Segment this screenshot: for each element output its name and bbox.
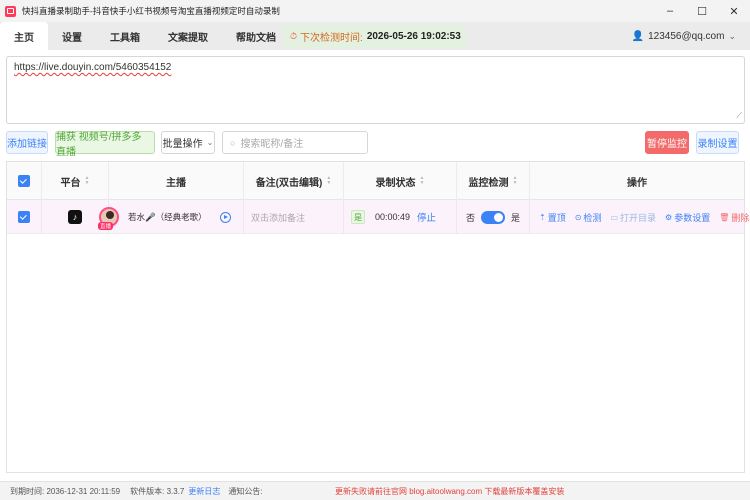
software-version: 软件版本: 3.3.7 (130, 486, 185, 496)
delete-label: 删除 (731, 212, 750, 223)
monitor-off-label: 否 (465, 212, 475, 223)
window-title: 快抖直播录制助手-抖音快手小红书视频号淘宝直播视频定时自动录制 (22, 6, 280, 16)
user-email: 123456@qq.com (648, 30, 725, 42)
table-row[interactable]: ♪ 直播 若水🎤（经典老歌） 双击添加备注 是 00:00:49 停止 否 是 (7, 200, 749, 234)
sort-icon[interactable]: ▲ ▼ (420, 176, 425, 186)
header-monitor-label: 监控检测 (468, 177, 509, 189)
next-check-time: ⏱ 下次检测时间: 2026-05-26 19:02:53 (284, 25, 466, 48)
header-remark-label: 备注(双击编辑) (255, 177, 323, 189)
trash-icon: 🗑 (719, 212, 730, 222)
open-folder-button[interactable]: ▭ 打开目录 (610, 211, 656, 224)
header-anchor-label: 主播 (166, 177, 186, 189)
live-badge: 直播 (98, 222, 114, 230)
actions-cell: ⇡ 置顶 ⊙ 检测 ▭ 打开目录 ⚙ 参数设置 🗑 删除 (530, 200, 749, 234)
header-status-label: 录制状态 (375, 177, 416, 189)
monitor-toggle[interactable] (481, 210, 505, 224)
tab-help[interactable]: 帮助文档 (222, 22, 290, 50)
anchor-name: 若水🎤（经典老歌） (128, 212, 207, 222)
url-input[interactable]: https://live.douyin.com/5460354152 ⟋ (6, 56, 745, 124)
pin-top-button[interactable]: ⇡ 置顶 (539, 211, 566, 224)
header-monitor[interactable]: 监控检测 ▲ ▼ (457, 162, 530, 200)
header-anchor: 主播 (109, 162, 244, 200)
header-remark[interactable]: 备注(双击编辑) ▲ ▼ (244, 162, 344, 200)
delete-button[interactable]: 🗑 删除 (719, 211, 749, 224)
sort-icon[interactable]: ▲ ▼ (85, 176, 90, 186)
record-settings-button[interactable]: 录制设置 (696, 131, 739, 154)
clock-icon: ⏱ (290, 31, 298, 41)
resize-grip-icon[interactable]: ⟋ (736, 111, 742, 121)
open-folder-label: 打开目录 (620, 212, 657, 223)
recording-badge: 是 (351, 210, 365, 224)
expire-time: 到期时间: 2036-12-31 20:11:59 (10, 486, 121, 496)
check-label: 检测 (583, 212, 602, 223)
sort-icon[interactable]: ▲ ▼ (513, 176, 518, 186)
pause-monitor-button[interactable]: 暂停监控 (645, 131, 689, 154)
capture-live-button[interactable]: 捕获 视频号/拼多多 直播 (55, 131, 155, 158)
user-menu[interactable]: 👤 123456@qq.com ⌄ (632, 22, 736, 50)
header-status[interactable]: 录制状态 ▲ ▼ (344, 162, 457, 200)
user-icon: 👤 (631, 30, 645, 42)
maximize-button[interactable]: ☐ (686, 0, 718, 22)
check-icon: ⊙ (574, 212, 582, 222)
next-check-value: 2026-05-26 19:02:53 (366, 31, 461, 42)
gear-icon: ⚙ (665, 212, 673, 222)
check-button[interactable]: ⊙ 检测 (575, 211, 602, 224)
record-status-cell: 是 00:00:49 停止 (344, 200, 457, 234)
param-settings-button[interactable]: ⚙ 参数设置 (665, 211, 710, 224)
select-all-checkbox[interactable] (18, 175, 30, 187)
notice-label: 通知公告: (228, 486, 263, 496)
window-controls: – ☐ ✕ (654, 0, 750, 22)
header-platform[interactable]: 平台 ▲ ▼ (42, 162, 109, 200)
play-icon[interactable] (219, 211, 231, 223)
changelog-link[interactable]: 更新日志 (188, 486, 220, 497)
search-placeholder: 搜索昵称/备注 (240, 139, 304, 150)
tab-home[interactable]: 主页 (0, 22, 48, 50)
param-settings-label: 参数设置 (674, 212, 711, 223)
monitor-cell: 否 是 (457, 200, 530, 234)
header-platform-label: 平台 (60, 177, 81, 189)
next-check-label: 下次检测时间: (300, 33, 363, 44)
status-bar: 到期时间: 2036-12-31 20:11:59 软件版本: 3.3.7 更新… (0, 481, 750, 500)
header-action: 操作 (530, 162, 744, 200)
anchor-table: 平台 ▲ ▼ 主播 备注(双击编辑) ▲ ▼ 录制状态 ▲ ▼ 监控检测 ▲ ▼ 操作 … (6, 161, 749, 473)
remark-cell[interactable]: 双击添加备注 (244, 200, 344, 234)
folder-icon: ▭ (610, 212, 618, 222)
search-icon: ○ (230, 137, 236, 148)
anchor-cell: 直播 若水🎤（经典老歌） (7, 200, 244, 234)
search-input[interactable]: ○ 搜索昵称/备注 (222, 131, 368, 154)
row-actions: ⇡ 置顶 ⊙ 检测 ▭ 打开目录 ⚙ 参数设置 🗑 删除 (530, 211, 749, 224)
sort-icon[interactable]: ▲ ▼ (326, 176, 331, 186)
pin-label: 置顶 (547, 212, 566, 223)
add-link-button[interactable]: 添加链接 (6, 131, 48, 154)
app-logo-icon (5, 5, 16, 17)
tab-settings[interactable]: 设置 (48, 22, 96, 50)
tab-copy-extract[interactable]: 文案提取 (154, 22, 222, 50)
monitor-on-label: 是 (511, 212, 521, 223)
notice-message[interactable]: 更新失败请前往官网 blog.aitoolwang.com 下载最新版本覆盖安装 (335, 486, 564, 497)
title-bar: 快抖直播录制助手-抖音快手小红书视频号淘宝直播视频定时自动录制 – ☐ ✕ (0, 0, 750, 22)
table-header: 平台 ▲ ▼ 主播 备注(双击编辑) ▲ ▼ 录制状态 ▲ ▼ 监控检测 ▲ ▼ 操作 (7, 162, 744, 200)
chevron-down-icon: ⌄ (728, 30, 736, 41)
avatar[interactable]: 直播 (98, 207, 119, 230)
stop-recording-link[interactable]: 停止 (417, 210, 436, 224)
header-action-label: 操作 (627, 177, 647, 189)
pin-icon: ⇡ (539, 212, 546, 222)
close-button[interactable]: ✕ (718, 0, 750, 22)
remark-placeholder: 双击添加备注 (251, 212, 306, 223)
batch-actions-label: 批量操作 (162, 139, 203, 150)
select-all-cell (7, 162, 42, 200)
batch-actions-dropdown[interactable]: 批量操作 ⌄ (161, 131, 215, 154)
recording-duration: 00:00:49 (375, 212, 411, 222)
monitor-toggle-wrap: 否 是 (465, 210, 521, 224)
chevron-down-icon: ⌄ (206, 138, 214, 147)
minimize-button[interactable]: – (654, 0, 686, 22)
tab-toolbox[interactable]: 工具箱 (96, 22, 154, 50)
url-input-value: https://live.douyin.com/5460354152 (14, 62, 172, 73)
